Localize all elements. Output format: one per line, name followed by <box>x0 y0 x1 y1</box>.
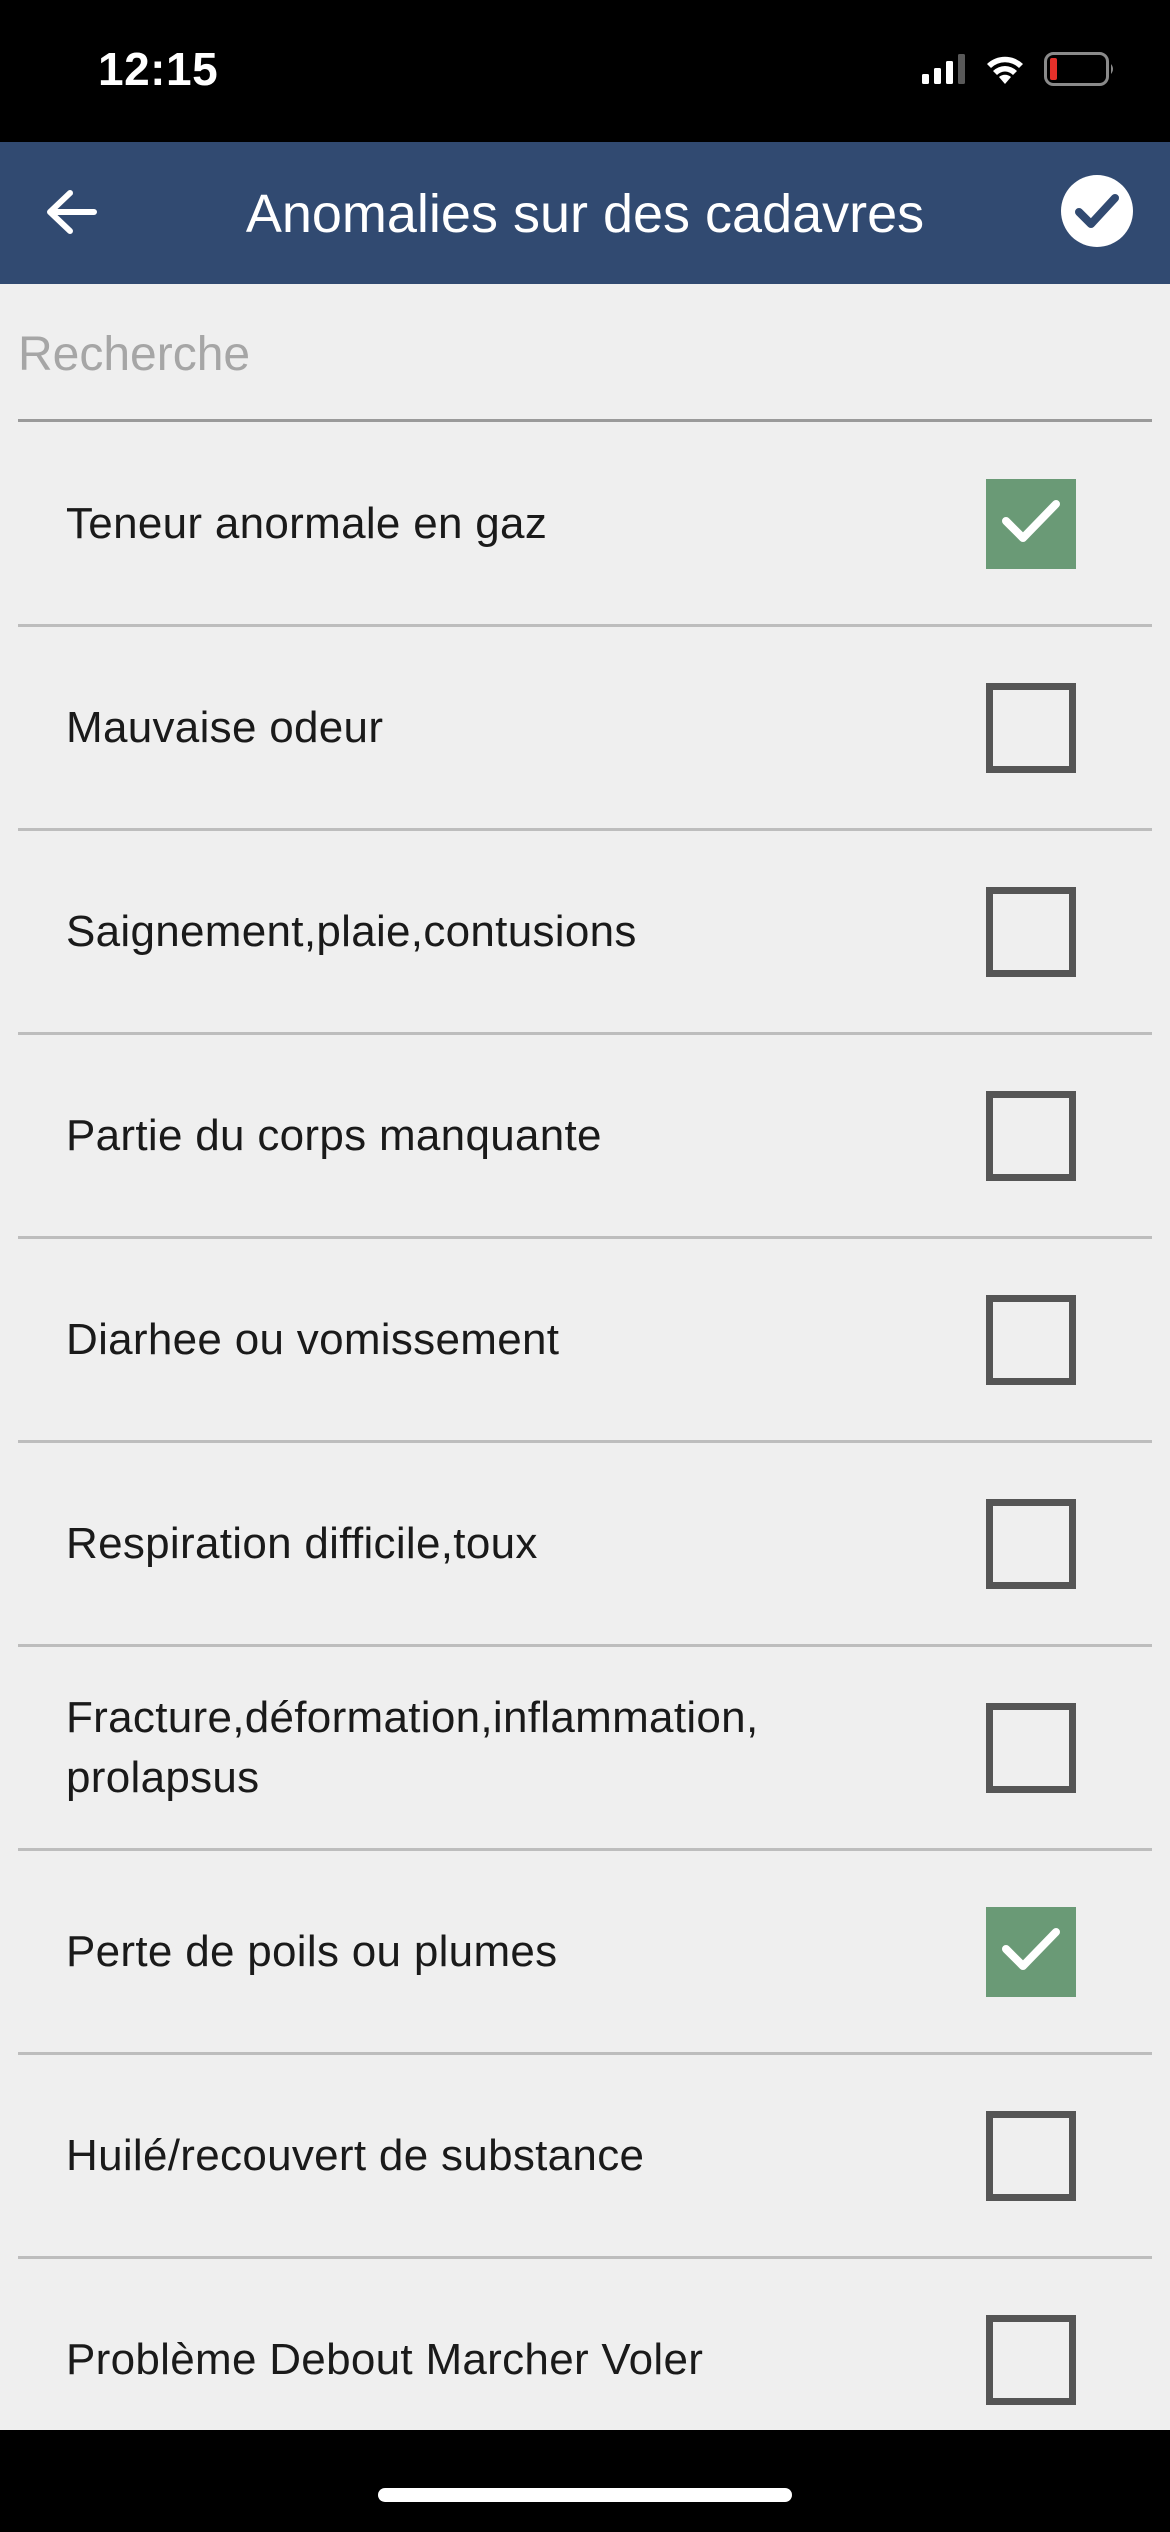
back-button[interactable] <box>36 178 108 250</box>
list-item[interactable]: Perte de poils ou plumes <box>18 1851 1152 2055</box>
arrow-left-icon <box>44 188 100 241</box>
anomaly-list: Teneur anormale en gaz Mauvaise odeur Sa… <box>18 423 1152 2463</box>
list-item-label: Partie du corps manquante <box>66 1110 602 1160</box>
list-item-label: Perte de poils ou plumes <box>66 1926 558 1976</box>
status-bar: 12:15 <box>0 0 1170 142</box>
status-time: 12:15 <box>98 43 219 95</box>
home-indicator[interactable] <box>378 2488 792 2502</box>
list-item[interactable]: Respiration difficile,toux <box>18 1443 1152 1647</box>
confirm-button[interactable] <box>1060 174 1134 253</box>
list-item-label: Respiration difficile,toux <box>66 1518 538 1568</box>
status-icons <box>922 52 1116 91</box>
list-item[interactable]: Fracture,déformation,inflammation, prola… <box>18 1647 1152 1851</box>
checkbox[interactable] <box>986 1498 1076 1589</box>
check-circle-icon <box>1060 174 1134 253</box>
list-item[interactable]: Diarhee ou vomissement <box>18 1239 1152 1443</box>
checkmark-icon <box>1000 497 1062 550</box>
checkbox[interactable] <box>986 2110 1076 2201</box>
wifi-icon <box>984 53 1026 90</box>
search-field <box>18 284 1152 422</box>
checkmark-icon <box>1000 1925 1062 1978</box>
search-input[interactable] <box>18 324 1118 384</box>
checkbox[interactable] <box>986 1294 1076 1385</box>
list-item[interactable]: Mauvaise odeur <box>18 627 1152 831</box>
checkbox[interactable] <box>986 886 1076 977</box>
list-item-label: Problème Debout Marcher Voler <box>66 2334 704 2384</box>
list-item[interactable]: Teneur anormale en gaz <box>18 423 1152 627</box>
checkbox[interactable] <box>986 1090 1076 1181</box>
home-indicator-bar <box>0 2430 1170 2532</box>
page-title: Anomalies sur des cadavres <box>245 184 925 244</box>
list-item-label: Huilé/recouvert de substance <box>66 2130 645 2180</box>
checkbox[interactable] <box>986 2314 1076 2405</box>
list-item-label: Saignement,plaie,contusions <box>66 906 637 956</box>
list-item-label: Fracture,déformation,inflammation, prola… <box>66 1692 759 1802</box>
checkbox[interactable] <box>986 682 1076 773</box>
checkbox[interactable] <box>986 1906 1076 1997</box>
checkbox[interactable] <box>986 1702 1076 1793</box>
list-item-label: Mauvaise odeur <box>66 702 384 752</box>
signal-icon <box>922 54 966 89</box>
checkbox[interactable] <box>986 478 1076 569</box>
battery-icon <box>1044 52 1116 91</box>
list-item[interactable]: Huilé/recouvert de substance <box>18 2055 1152 2259</box>
list-item[interactable]: Saignement,plaie,contusions <box>18 831 1152 1035</box>
list-item[interactable]: Partie du corps manquante <box>18 1035 1152 1239</box>
list-item-label: Diarhee ou vomissement <box>66 1314 560 1364</box>
app-header: Anomalies sur des cadavres <box>0 142 1170 284</box>
list-item-label: Teneur anormale en gaz <box>66 498 548 548</box>
